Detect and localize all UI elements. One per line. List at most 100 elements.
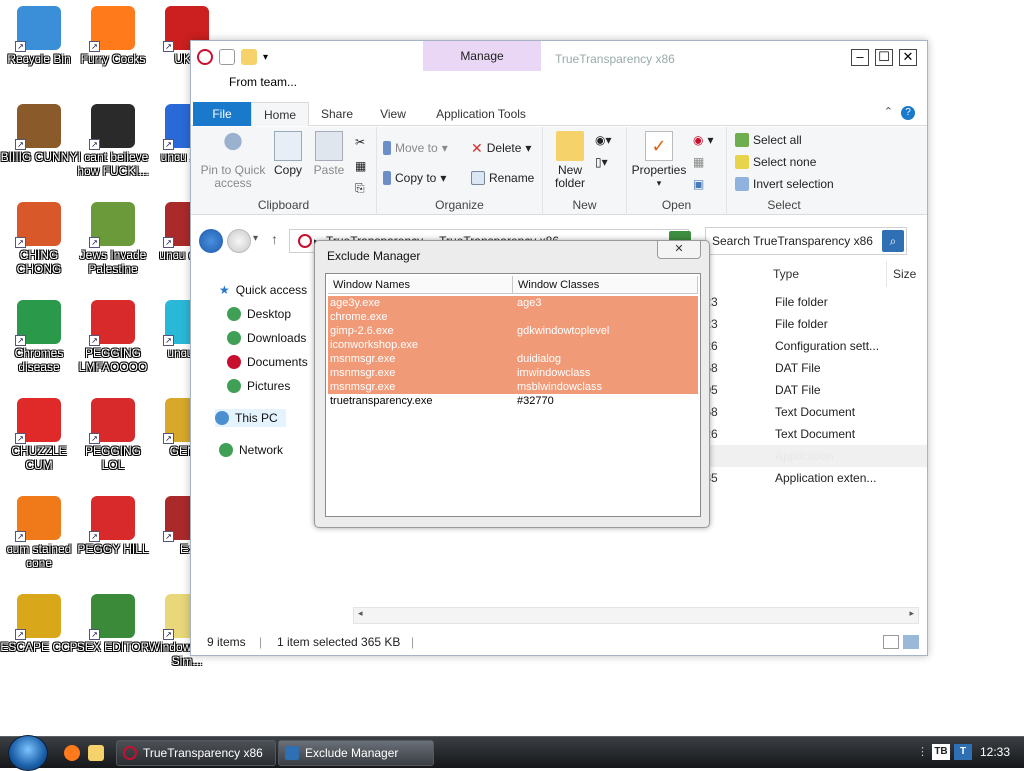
tab-view[interactable]: View [367,102,419,126]
history-icon[interactable]: ▣ [693,175,704,193]
task-exclude-manager[interactable]: Exclude Manager [278,740,434,766]
quick-access-item[interactable]: From team... [229,75,297,89]
properties-icon[interactable] [219,49,235,65]
search-input[interactable]: Search TrueTransparency x86 [712,234,873,248]
minimize-button[interactable]: – [851,49,869,66]
maximize-button[interactable]: ☐ [875,49,893,66]
desktop-icon-item[interactable]: ↗ Jews Invade Palestine [74,202,152,276]
desktop-icon-item[interactable]: ↗ cum stained cone [0,496,78,570]
list-item[interactable]: gimp-2.6.exe gdkwindowtoplevel [328,324,698,338]
edit-icon[interactable]: ▦ [693,153,704,171]
properties-button[interactable]: ✓ Properties ▾ [631,131,687,190]
nav-pictures[interactable]: Pictures [227,377,290,395]
desktop-icon-item[interactable]: ↗ PEGGY HILL [74,496,152,556]
copy-to-button[interactable]: Copy to ▾ [383,169,446,187]
start-button[interactable] [8,735,48,771]
list-item[interactable]: msnmsgr.exe imwindowclass [328,366,698,380]
scroll-right-icon[interactable]: ▸ [909,608,914,619]
copy-path-icon[interactable]: ▦ [355,157,366,175]
up-arrow-icon[interactable]: ↑ [271,231,278,247]
open-icon[interactable]: ◉ ▾ [693,131,714,149]
column-header-window-classes[interactable]: Window Classes [513,276,698,294]
task-truetransparency[interactable]: TrueTransparency x86 [116,740,276,766]
desktop-icon-item[interactable]: ↗ SEX EDITOR [74,594,152,654]
customize-qat-icon[interactable]: ▾ [263,52,268,63]
list-item[interactable]: truetransparency.exe #32770 [328,394,698,408]
horizontal-scrollbar[interactable]: ◂ ▸ [353,607,919,624]
tab-application-tools[interactable]: Application Tools [425,102,537,126]
list-item[interactable]: age3y.exe age3 [328,296,698,310]
nav-documents[interactable]: Documents [227,353,308,371]
forward-button[interactable] [227,229,251,253]
nav-network[interactable]: Network [219,441,283,459]
file-explorer-icon[interactable] [88,745,104,761]
desktop-icon-item[interactable]: ↗ Chromes disease [0,300,78,374]
row-type: Text Document [775,405,856,419]
easy-access-icon[interactable]: ▯▾ [595,153,608,171]
app-icon[interactable] [197,49,213,65]
column-header-window-names[interactable]: Window Names [328,276,513,294]
select-none-button[interactable]: Select none [735,153,816,171]
window-class-cell: imwindowclass [517,367,591,379]
nav-this-pc[interactable]: This PC [215,409,286,427]
downloads-icon [227,331,241,345]
cut-icon[interactable]: ✂ [355,133,365,151]
close-button[interactable]: ✕ [899,49,917,66]
new-folder-icon[interactable] [241,49,257,65]
nav-desktop[interactable]: Desktop [227,305,291,323]
move-to-button[interactable]: Move to ▾ [383,139,448,157]
desktop-icon-item[interactable]: ↗ Recycle Bin [0,6,78,66]
help-icon[interactable]: ? [901,106,915,120]
invert-selection-button[interactable]: Invert selection [735,175,834,193]
list-item[interactable]: msnmsgr.exe msblwindowclass [328,380,698,394]
select-all-button[interactable]: Select all [735,131,802,149]
tab-manage[interactable]: Manage [423,41,541,71]
scroll-left-icon[interactable]: ◂ [358,608,363,619]
paste-button[interactable]: Paste [311,131,347,177]
search-icon[interactable]: ⌕ [882,230,904,252]
delete-button[interactable]: ✕ Delete ▾ [471,139,531,157]
new-folder-button[interactable]: New folder [549,131,591,190]
dialog-close-button[interactable]: ✕ [657,241,701,259]
rename-button[interactable]: Rename [471,169,534,187]
row-type: File folder [775,295,828,309]
desktop-icon-item[interactable]: ↗ Furry Cocks [74,6,152,66]
rename-label: Rename [489,171,535,185]
column-header-type[interactable]: Type [767,261,887,287]
tray-handle-icon[interactable]: ⋮ [917,745,928,758]
tab-file[interactable]: File [193,102,251,126]
list-item[interactable]: iconworkshop.exe [328,338,698,352]
firefox-icon[interactable] [64,745,80,761]
collapse-ribbon-icon[interactable]: ⌃ [884,105,893,118]
tab-home[interactable]: Home [251,102,309,126]
nav-downloads[interactable]: Downloads [227,329,306,347]
new-item-icon[interactable]: ◉▾ [595,131,612,149]
pin-to-quick-access-button[interactable]: Pin to Quick access [199,131,267,190]
paste-shortcut-icon[interactable]: ⎘ [355,179,365,197]
details-view-icon[interactable] [883,635,899,649]
desktop-icon-item[interactable]: ↗ ESCAPE CCP [0,594,78,654]
large-icons-view-icon[interactable] [903,635,919,649]
search-box[interactable]: Search TrueTransparency x86 ⌕ [705,227,907,255]
tray-tb-icon[interactable]: TB [932,744,950,760]
desktop-icon-item[interactable]: ↗ I cant believe how FUCKI... [74,104,152,178]
desktop-icon-item[interactable]: ↗ BIIIIG CUNNY [0,104,78,164]
tab-share[interactable]: Share [311,102,363,126]
column-header-size[interactable]: Size [887,261,927,287]
desktop-icon-item[interactable]: ↗ PEGGING LMFAOOOO [74,300,152,374]
desktop-icon-item[interactable]: ↗ CHING CHONG [0,202,78,276]
desktop-icon-item[interactable]: ↗ PEGGING LOL [74,398,152,472]
back-button[interactable] [199,229,223,253]
desktop-icon-item[interactable]: ↗ CHUZZLE CUM [0,398,78,472]
select-all-label: Select all [753,133,802,147]
exclude-list[interactable]: Window Names Window Classes age3y.exe age… [325,273,701,517]
copy-button[interactable]: Copy [271,131,305,177]
recent-locations-icon[interactable]: ▾ [253,233,258,244]
list-item[interactable]: msnmsgr.exe duidialog [328,352,698,366]
nav-quick-access[interactable]: ★ Quick access [219,281,307,299]
tray-tt-icon[interactable]: T [954,744,972,760]
list-item[interactable]: chrome.exe [328,310,698,324]
selection-info: 1 item selected 365 KB [277,635,401,649]
desktop-icon-label: cum stained cone [6,542,72,570]
clock[interactable]: 12:33 [980,745,1010,759]
